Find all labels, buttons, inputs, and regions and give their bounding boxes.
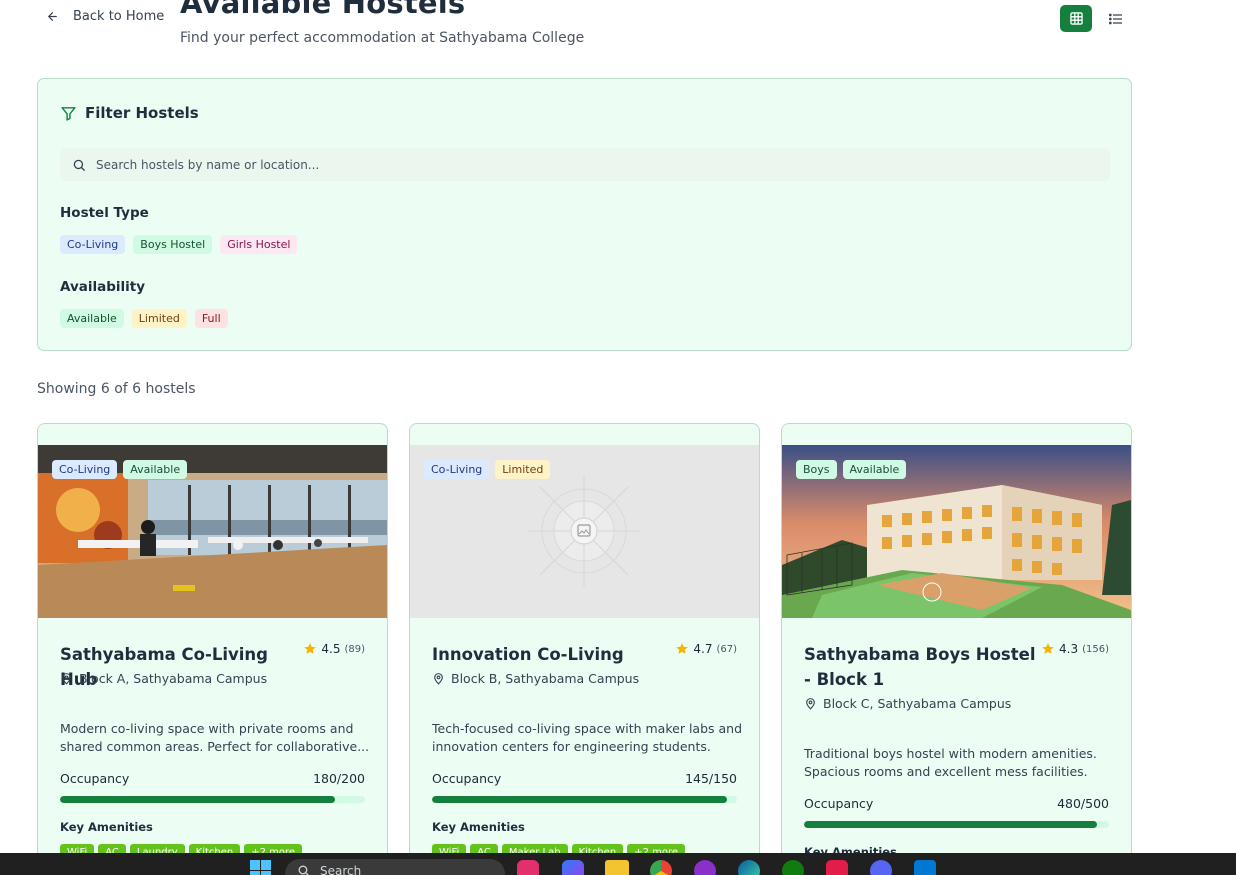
app-icon[interactable] <box>826 860 848 875</box>
rating: 4.3 (156) <box>1041 642 1109 656</box>
filter-panel: Filter Hostels Hostel Type Co-Living Boy… <box>37 78 1132 351</box>
card-badges: Boys Available <box>796 460 907 479</box>
occupancy-label: Occupancy <box>60 771 130 786</box>
star-icon <box>1042 643 1054 654</box>
occupancy-row: Occupancy 145/150 <box>432 771 737 786</box>
arrow-left-icon <box>48 12 57 21</box>
hostel-name[interactable]: Sathyabama Boys Hostel - Block 1 <box>804 642 1044 692</box>
occupancy-bar <box>60 796 365 803</box>
filter-icon <box>61 106 76 121</box>
occupancy-value: 180/200 <box>313 771 365 786</box>
edge-icon[interactable] <box>738 860 760 875</box>
occupancy-value: 145/150 <box>685 771 737 786</box>
instagram-app-icon[interactable] <box>517 860 539 875</box>
page-title: Available Hostels <box>180 0 466 20</box>
location-text: Block B, Sathyabama Campus <box>451 671 640 686</box>
type-badge: Co-Living <box>424 460 490 479</box>
xbox-icon[interactable] <box>782 860 804 875</box>
chip-boys-hostel[interactable]: Boys Hostel <box>133 235 213 254</box>
results-count: Showing 6 of 6 hostels <box>37 381 196 397</box>
map-pin-icon <box>806 698 815 710</box>
occupancy-row: Occupancy 180/200 <box>60 771 365 786</box>
rating-value: 4.7 <box>693 642 713 656</box>
chip-co-living[interactable]: Co-Living <box>60 235 126 254</box>
rating: 4.7 (67) <box>675 642 737 656</box>
chip-available[interactable]: Available <box>60 309 124 328</box>
rating: 4.5 (89) <box>303 642 365 656</box>
filter-title: Filter Hostels <box>85 104 199 122</box>
grid-icon <box>1069 12 1083 25</box>
chip-girls-hostel[interactable]: Girls Hostel <box>220 235 298 254</box>
search-input[interactable] <box>96 157 996 172</box>
occupancy-value: 480/500 <box>1057 796 1109 811</box>
file-explorer-icon[interactable] <box>605 860 629 875</box>
type-badge: Boys <box>796 460 837 479</box>
location: Block A, Sathyabama Campus <box>60 671 267 686</box>
rating-value: 4.5 <box>321 642 341 656</box>
availability-chips: Available Limited Full <box>60 309 228 328</box>
hostel-type-label: Hostel Type <box>60 205 149 221</box>
status-badge: Available <box>842 460 907 479</box>
status-badge: Limited <box>495 460 551 479</box>
map-pin-icon <box>434 673 443 685</box>
hostels-page: Back to Home Available Hostels Find your… <box>0 0 1236 875</box>
type-badge: Co-Living <box>52 460 118 479</box>
search-icon <box>73 159 85 171</box>
copilot-app-icon[interactable] <box>562 860 584 875</box>
list-view-button[interactable] <box>1102 5 1130 32</box>
hostel-card[interactable]: Boys Available Sathyabama Boys Hostel - … <box>781 423 1132 875</box>
review-count: (67) <box>716 643 737 655</box>
app-icon[interactable] <box>694 860 716 875</box>
taskbar-search[interactable]: Search <box>285 859 505 875</box>
occupancy-label: Occupancy <box>432 771 502 786</box>
back-label: Back to Home <box>73 9 165 24</box>
list-icon <box>1109 13 1122 24</box>
amenities-label: Key Amenities <box>432 820 525 834</box>
search-icon <box>298 865 309 875</box>
availability-label: Availability <box>60 279 146 295</box>
map-pin-icon <box>62 673 71 685</box>
location: Block B, Sathyabama Campus <box>432 671 639 686</box>
page-subtitle: Find your perfect accommodation at Sathy… <box>180 30 585 46</box>
occupancy-bar <box>432 796 737 803</box>
chip-limited[interactable]: Limited <box>131 309 187 328</box>
taskbar: Search <box>0 853 1236 875</box>
hostel-type-chips: Co-Living Boys Hostel Girls Hostel <box>60 235 298 254</box>
occupancy-label: Occupancy <box>804 796 874 811</box>
location-text: Block C, Sathyabama Campus <box>823 696 1012 711</box>
star-icon <box>304 643 317 654</box>
occupancy-bar <box>804 821 1109 828</box>
location-text: Block A, Sathyabama Campus <box>79 671 268 686</box>
star-icon <box>676 643 689 654</box>
rating-value: 4.3 <box>1059 642 1079 656</box>
chrome-icon[interactable] <box>650 860 672 875</box>
location: Block C, Sathyabama Campus <box>804 696 1011 711</box>
occupancy-row: Occupancy 480/500 <box>804 796 1109 811</box>
hostel-description: Tech-focused co-living space with maker … <box>432 721 743 754</box>
chip-full[interactable]: Full <box>194 309 228 328</box>
vscode-icon[interactable] <box>914 860 936 875</box>
hostel-card[interactable]: Co-Living Available Sathyabama Co-Living… <box>37 423 388 875</box>
occupancy-fill <box>804 821 1097 828</box>
occupancy-fill <box>60 796 335 803</box>
status-badge: Available <box>123 460 188 479</box>
card-badges: Co-Living Limited <box>424 460 551 479</box>
taskbar-search-label: Search <box>320 864 362 875</box>
discord-icon[interactable] <box>870 860 892 875</box>
hostel-description: Modern co-living space with private room… <box>60 721 370 754</box>
search-box <box>60 148 1110 181</box>
occupancy-fill <box>432 796 727 803</box>
windows-start-icon[interactable] <box>250 860 272 875</box>
hostel-card[interactable]: Co-Living Limited Innovation Co-Living 4… <box>409 423 760 875</box>
review-count: (156) <box>1082 643 1109 655</box>
card-badges: Co-Living Available <box>52 460 188 479</box>
back-to-home-link[interactable]: Back to Home <box>46 9 164 24</box>
grid-view-button[interactable] <box>1060 5 1092 32</box>
hostel-name[interactable]: Innovation Co-Living <box>432 642 672 667</box>
filter-heading: Filter Hostels <box>60 104 199 122</box>
amenities-label: Key Amenities <box>60 820 153 834</box>
hostel-description: Traditional boys hostel with modern amen… <box>804 746 1097 779</box>
review-count: (89) <box>344 643 365 655</box>
